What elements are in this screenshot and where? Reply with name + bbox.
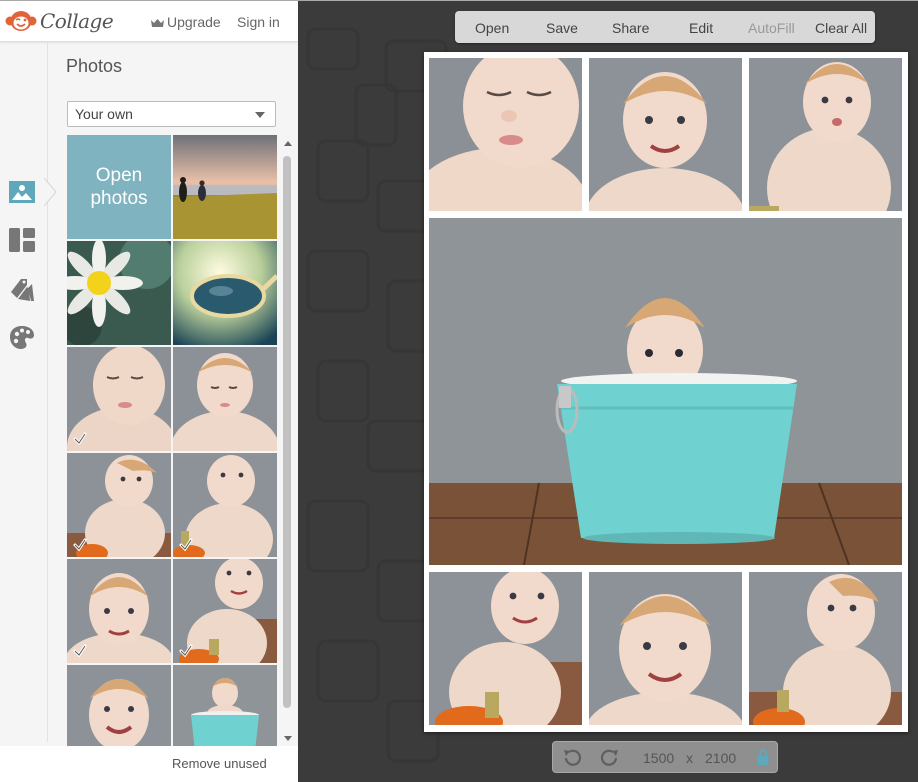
photo-source-value: Your own [75,106,133,122]
monkey-logo-icon [5,11,37,31]
collage-cell[interactable] [429,572,582,725]
autofill-button[interactable]: AutoFill [748,20,795,36]
panel-title: Photos [66,56,123,76]
open-photos-line2: photos [90,188,148,209]
layout-icon [9,228,35,252]
collage-cell[interactable] [589,572,742,725]
collage-canvas [424,52,908,732]
thumbnail[interactable] [67,559,171,663]
dimension-separator: x [686,750,693,766]
baby-smiling-photo [589,58,742,211]
app-name: Collage [40,9,114,33]
thumbnail[interactable] [173,241,277,345]
thumbnail[interactable] [67,241,171,345]
thumbnail[interactable] [173,135,277,239]
canvas-width[interactable]: 1500 [643,750,674,766]
tags-icon [11,279,34,301]
app-header: Collage Upgrade Sign in [0,1,298,42]
sidebar-item-stickers[interactable] [8,275,36,303]
daisy-photo [67,241,171,345]
upgrade-link[interactable]: Upgrade [151,14,221,30]
checkmark-icon [179,644,193,658]
baby-looking-down-photo [429,58,582,211]
collage-cell[interactable] [429,218,902,565]
sidebar-rail [0,42,48,742]
sidebar-item-layouts[interactable] [8,226,36,254]
baby-smiling-pumpkin-photo [429,572,582,725]
left-panel: Collage Upgrade Sign in Photos Your own … [0,0,298,782]
active-pointer-icon [44,178,57,206]
checkmark-icon [73,538,87,552]
open-photos-line1: Open [95,165,143,186]
photo-source-select[interactable]: Your own [67,101,276,127]
baby-pumpkin-front-photo [749,58,902,211]
chevron-down-icon [255,112,265,118]
baby-looking-up-pumpkin-photo [749,572,902,725]
thumbnail[interactable] [67,665,171,746]
clear-all-button[interactable]: Clear All [815,20,867,36]
redo-icon[interactable] [599,747,621,769]
thumbnail-scrollbar[interactable] [282,135,294,746]
app-logo[interactable]: Collage [5,9,114,33]
sunglasses-photo [173,241,277,345]
main-toolbar: Open Save Share Edit AutoFill Clear All [455,11,875,43]
undo-icon[interactable] [561,747,583,769]
baby-smiling-closeup-photo [589,572,742,725]
upgrade-label: Upgrade [167,14,221,30]
scrollbar-thumb[interactable] [283,156,291,708]
save-button[interactable]: Save [546,20,578,36]
collage-cell[interactable] [749,572,902,725]
palette-icon [10,326,34,349]
thumbnail[interactable] [173,559,277,663]
baby-photo [173,347,277,451]
scroll-up-arrow-icon[interactable] [284,141,292,146]
thumbnail[interactable] [173,453,277,557]
photo-thumbnail-grid: Open photos [67,135,277,746]
open-photos-button[interactable]: Open photos [67,135,171,239]
share-button[interactable]: Share [612,20,649,36]
baby-in-bucket-photo [429,218,902,565]
crown-icon [151,18,164,27]
remove-unused-button[interactable]: Remove unused [172,756,267,771]
panel-footer: Remove unused [0,746,298,782]
thumbnail[interactable] [67,347,171,451]
edit-button[interactable]: Edit [689,20,713,36]
workspace: Open Save Share Edit AutoFill Clear All [298,0,918,782]
beach-sunset-photo [173,135,277,239]
lock-icon[interactable] [757,749,769,765]
checkmark-icon [179,538,193,552]
thumbnail[interactable] [173,665,277,746]
scroll-down-arrow-icon[interactable] [284,736,292,741]
collage-cell[interactable] [749,58,902,211]
canvas-height[interactable]: 2100 [705,750,736,766]
checkmark-icon [73,644,87,658]
baby-photo [67,665,171,746]
thumbnail[interactable] [67,453,171,557]
open-button[interactable]: Open [475,20,509,36]
canvas-controls: 1500 x 2100 [552,741,778,773]
baby-in-bucket-photo [173,665,277,746]
image-icon [9,181,35,203]
checkmark-icon [73,432,87,446]
sign-in-link[interactable]: Sign in [237,14,280,30]
collage-cell[interactable] [589,58,742,211]
collage-cell[interactable] [429,58,582,211]
thumbnail[interactable] [173,347,277,451]
sidebar-item-photos[interactable] [8,178,36,206]
sidebar-item-backgrounds[interactable] [8,323,36,351]
